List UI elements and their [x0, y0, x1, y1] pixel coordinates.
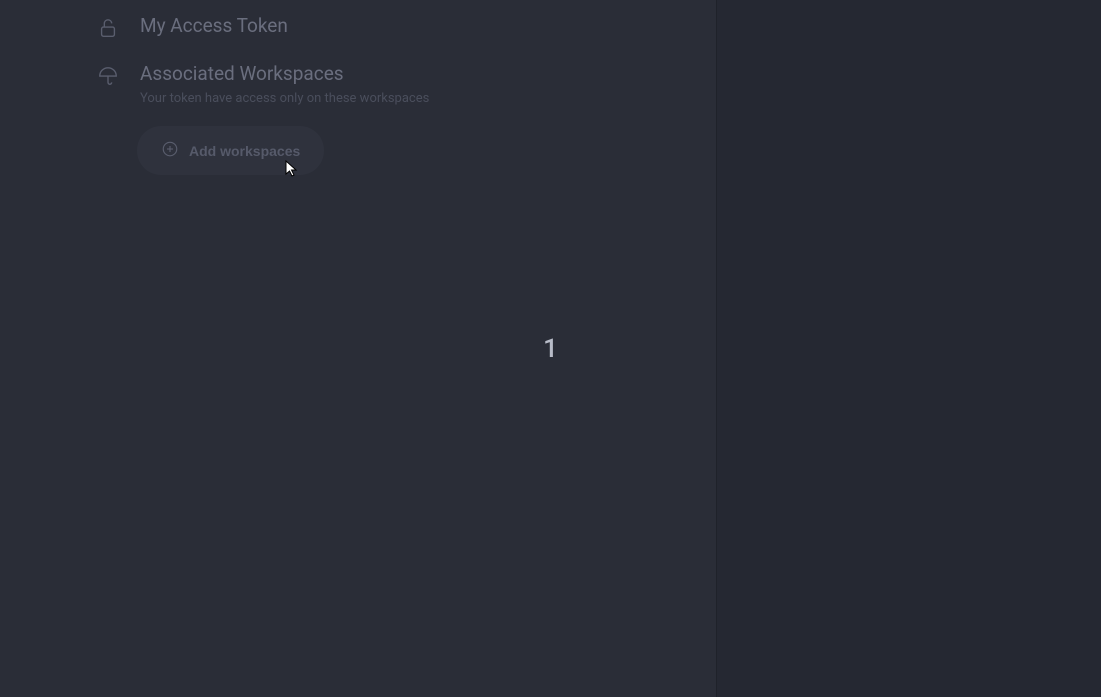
- plus-circle-icon: [161, 140, 179, 161]
- center-indicator: 1: [543, 334, 558, 364]
- add-workspaces-button[interactable]: Add workspaces: [137, 126, 324, 175]
- right-panel: [716, 0, 1101, 697]
- lock-icon: [96, 16, 120, 40]
- workspaces-text-block: Associated Workspaces Your token have ac…: [140, 62, 429, 106]
- workspaces-title: Associated Workspaces: [140, 62, 429, 87]
- add-workspaces-label: Add workspaces: [189, 143, 300, 159]
- access-token-section: My Access Token: [96, 14, 288, 40]
- umbrella-icon: [96, 64, 120, 88]
- access-token-title: My Access Token: [140, 14, 288, 39]
- workspaces-subtitle: Your token have access only on these wor…: [140, 91, 429, 106]
- panel-divider: [716, 0, 717, 697]
- workspaces-section: Associated Workspaces Your token have ac…: [96, 62, 429, 106]
